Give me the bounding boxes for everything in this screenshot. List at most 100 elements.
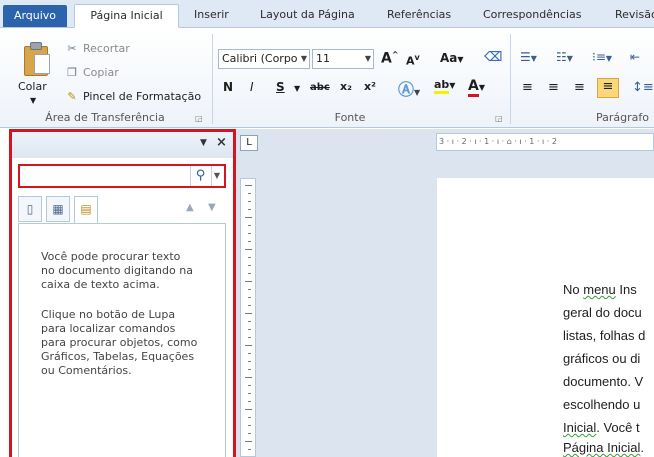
paste-dropdown-icon[interactable]: ▼ xyxy=(30,96,36,105)
font-launcher-icon[interactable]: ◲ xyxy=(495,114,503,123)
ruler-tick xyxy=(248,297,251,298)
tab-references[interactable]: Referências xyxy=(387,4,451,28)
superscript-button[interactable]: x² xyxy=(364,80,376,93)
ruler-tick xyxy=(248,337,251,338)
bullets-button[interactable]: ☰▼ xyxy=(520,50,537,64)
chevron-down-icon: ▼ xyxy=(364,54,371,63)
ruler-tick xyxy=(248,233,251,234)
align-right-button[interactable]: ≡ xyxy=(574,80,585,95)
text-effects-button[interactable]: Ⓐ▼ xyxy=(398,76,420,100)
ruler-tick xyxy=(248,289,251,290)
grow-font-button[interactable]: A^ xyxy=(381,50,399,67)
previous-result-icon[interactable]: ▲ xyxy=(186,202,194,213)
tab-review[interactable]: Revisão xyxy=(615,4,654,28)
clear-formatting-button[interactable]: ⌫ xyxy=(484,50,502,65)
indent-icon: ⇤ xyxy=(630,50,641,64)
font-color-button[interactable]: A▼ xyxy=(468,78,485,97)
multilevel-list-button[interactable]: ⁝≡▼ xyxy=(592,50,612,64)
document-line: Inicial. Você t xyxy=(563,420,640,435)
ruler-tick xyxy=(248,329,251,330)
ruler-tick xyxy=(248,449,251,450)
ruler-tick xyxy=(248,361,251,362)
tab-page-layout[interactable]: Layout da Página xyxy=(260,4,355,28)
text-effects-icon: Ⓐ xyxy=(398,80,415,99)
next-result-icon[interactable]: ▼ xyxy=(208,202,216,213)
brush-icon: ✎ xyxy=(67,90,77,103)
vertical-ruler[interactable] xyxy=(240,178,256,457)
align-right-icon: ≡ xyxy=(574,80,585,95)
eraser-icon: ⌫ xyxy=(484,50,503,65)
search-magnifier-icon[interactable]: ⚲ xyxy=(190,166,210,186)
ruler-tick xyxy=(248,273,251,274)
paragraph-group-label: Parágrafo xyxy=(596,111,649,124)
navigation-pane: ▼ × ⚲ ▼ ▯ ▦ ▤ ▲ ▼ Você pode procurar tex… xyxy=(9,129,236,457)
ribbon-tab-bar: Arquivo Página Inicial Inserir Layout da… xyxy=(0,0,654,28)
tab-file[interactable]: Arquivo xyxy=(3,5,67,27)
subscript-button[interactable]: x₂ xyxy=(340,80,352,93)
ruler-tick xyxy=(248,241,251,242)
line-spacing-button[interactable]: ↕≡ xyxy=(632,80,654,95)
paper-icon xyxy=(34,54,50,74)
ruler-tick xyxy=(245,409,252,410)
pane-options-icon[interactable]: ▼ xyxy=(200,138,207,148)
help-text-magnifier: Clique no botão de Lupa para localizar c… xyxy=(41,308,198,377)
ruler-tick xyxy=(248,265,251,266)
decrease-indent-button[interactable]: ⇤ xyxy=(630,50,640,64)
align-left-icon: ≡ xyxy=(522,80,533,95)
tab-stop-selector[interactable]: L xyxy=(240,135,258,151)
ruler-tick xyxy=(248,369,251,370)
change-case-button[interactable]: Aa▼ xyxy=(440,51,464,65)
search-dropdown-icon[interactable]: ▼ xyxy=(211,166,222,186)
copy-button[interactable]: ❐ Copiar xyxy=(64,66,119,79)
ruler-tick xyxy=(248,305,251,306)
justify-button[interactable]: ≡ xyxy=(597,78,619,98)
tab-insert[interactable]: Inserir xyxy=(194,4,229,28)
font-group-label: Fonte xyxy=(334,111,366,124)
search-results-panel: Você pode procurar texto no documento di… xyxy=(18,223,226,457)
ruler-tick xyxy=(245,217,252,218)
tab-pages[interactable]: ▦ xyxy=(46,196,70,222)
bullet-list-icon: ☰ xyxy=(520,50,531,64)
clipboard-launcher-icon[interactable]: ◲ xyxy=(195,114,203,123)
numbered-list-icon: ☷ xyxy=(556,50,567,64)
ruler-tick xyxy=(248,353,251,354)
format-painter-button[interactable]: ✎ Pincel de Formatação xyxy=(64,90,201,103)
tab-headings[interactable]: ▯ xyxy=(18,196,42,222)
align-left-button[interactable]: ≡ xyxy=(522,80,533,95)
document-line: gráficos ou di xyxy=(563,351,641,366)
align-center-button[interactable]: ≡ xyxy=(548,80,559,95)
search-input[interactable]: ⚲ ▼ xyxy=(18,164,226,188)
ruler-tick xyxy=(248,225,251,226)
help-text-search: Você pode procurar texto no documento di… xyxy=(41,250,193,291)
horizontal-ruler[interactable]: 3 · ı · 2 · ı · 1 · ı · ⌂ · ı · 1 · ı · … xyxy=(436,133,654,151)
underline-dropdown-icon[interactable]: ▼ xyxy=(294,84,300,93)
font-size-combobox[interactable]: 11 ▼ xyxy=(312,49,374,69)
italic-button[interactable]: I xyxy=(250,80,254,94)
close-icon[interactable]: × xyxy=(216,135,227,150)
clipboard-clip-icon xyxy=(30,42,42,50)
ruler-tick xyxy=(245,345,252,346)
ruler-tick xyxy=(248,257,251,258)
bold-button[interactable]: N xyxy=(223,80,233,94)
tab-results[interactable]: ▤ xyxy=(74,196,98,224)
ruler-tick xyxy=(248,401,251,402)
tab-home[interactable]: Página Inicial xyxy=(74,4,179,28)
document-line: listas, folhas d xyxy=(563,328,646,343)
paste-label[interactable]: Colar xyxy=(18,80,47,93)
shrink-font-button[interactable]: Av xyxy=(406,53,420,68)
cut-button[interactable]: ✂ Recortar xyxy=(64,42,129,55)
underline-button[interactable]: S xyxy=(276,80,285,94)
navigation-pane-header: ▼ × xyxy=(12,132,233,158)
tab-mailings[interactable]: Correspondências xyxy=(483,4,582,28)
numbering-button[interactable]: ☷▼ xyxy=(556,50,573,64)
ruler-tick xyxy=(248,321,251,322)
font-name-combobox[interactable]: Calibri (Corpo ▼ xyxy=(218,49,310,69)
ruler-tick xyxy=(245,313,252,314)
justify-icon: ≡ xyxy=(602,79,614,94)
paste-button[interactable] xyxy=(20,40,54,78)
chevron-down-icon: ▼ xyxy=(300,54,307,63)
document-page[interactable]: No menu Ins geral do docu listas, folhas… xyxy=(437,178,654,457)
line-spacing-icon: ↕≡ xyxy=(632,80,654,95)
strikethrough-button[interactable]: abc xyxy=(310,82,330,93)
highlight-button[interactable]: ab▼ xyxy=(434,78,455,94)
